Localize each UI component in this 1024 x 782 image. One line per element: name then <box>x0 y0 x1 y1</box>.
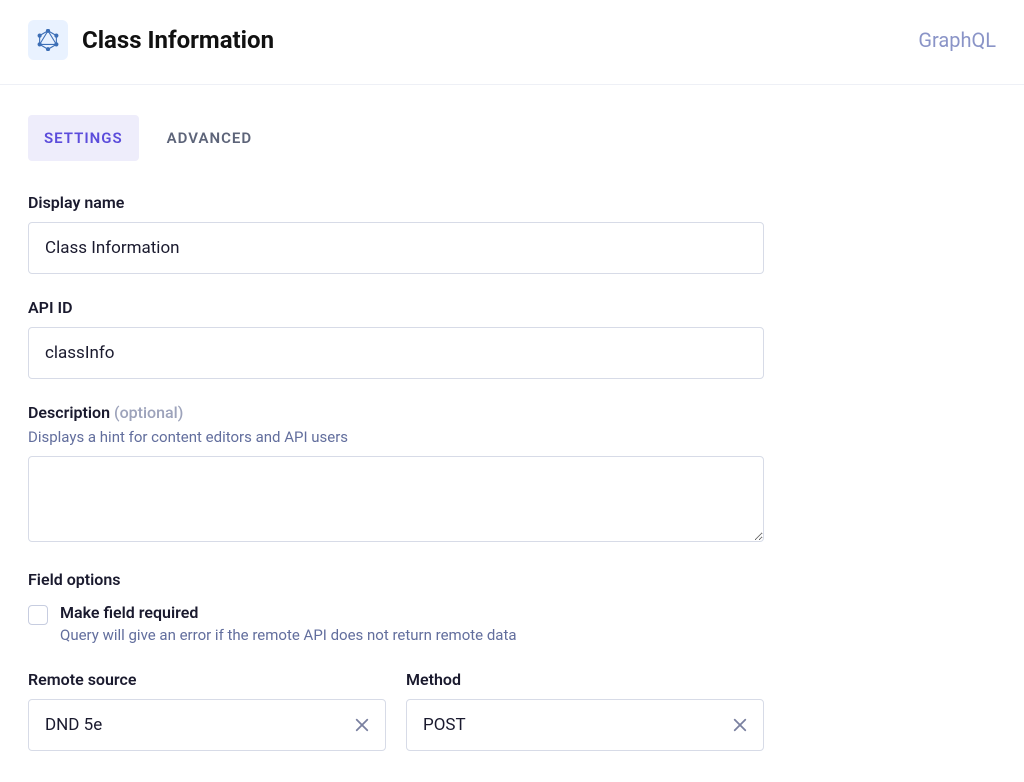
field-method: Method <box>406 670 764 751</box>
tab-settings[interactable]: Settings <box>28 115 139 161</box>
field-remote-source: Remote source <box>28 670 386 751</box>
graphql-icon <box>28 20 68 60</box>
method-label: Method <box>406 670 764 689</box>
remote-source-clear-icon[interactable] <box>348 711 376 739</box>
required-checkbox-label: Make field required <box>60 603 517 622</box>
description-label-text: Description <box>28 403 110 422</box>
description-optional-tag: (optional) <box>114 403 183 422</box>
required-checkbox-row: Make field required Query will give an e… <box>28 603 764 644</box>
description-hint: Displays a hint for content editors and … <box>28 428 764 446</box>
display-name-input[interactable] <box>28 222 764 274</box>
method-clear-icon[interactable] <box>726 711 754 739</box>
field-options-title: Field options <box>28 570 764 589</box>
remote-source-select[interactable] <box>28 699 386 751</box>
tabs: Settings Advanced <box>28 115 996 161</box>
remote-source-label: Remote source <box>28 670 386 689</box>
header-left: Class Information <box>28 20 274 60</box>
field-display-name: Display name <box>28 193 764 274</box>
tab-advanced[interactable]: Advanced <box>151 115 268 161</box>
description-label: Description (optional) <box>28 403 764 422</box>
display-name-label: Display name <box>28 193 764 212</box>
required-checkbox-hint: Query will give an error if the remote A… <box>60 626 517 644</box>
api-id-input[interactable] <box>28 327 764 379</box>
header: Class Information GraphQL <box>0 0 1024 85</box>
required-checkbox[interactable] <box>28 605 48 625</box>
page-title: Class Information <box>82 26 274 54</box>
content: Settings Advanced Display name API ID De… <box>0 85 1024 771</box>
method-select[interactable] <box>406 699 764 751</box>
type-label: GraphQL <box>918 28 996 52</box>
description-input[interactable] <box>28 456 764 542</box>
field-description: Description (optional) Displays a hint f… <box>28 403 764 546</box>
api-id-label: API ID <box>28 298 764 317</box>
field-api-id: API ID <box>28 298 764 379</box>
